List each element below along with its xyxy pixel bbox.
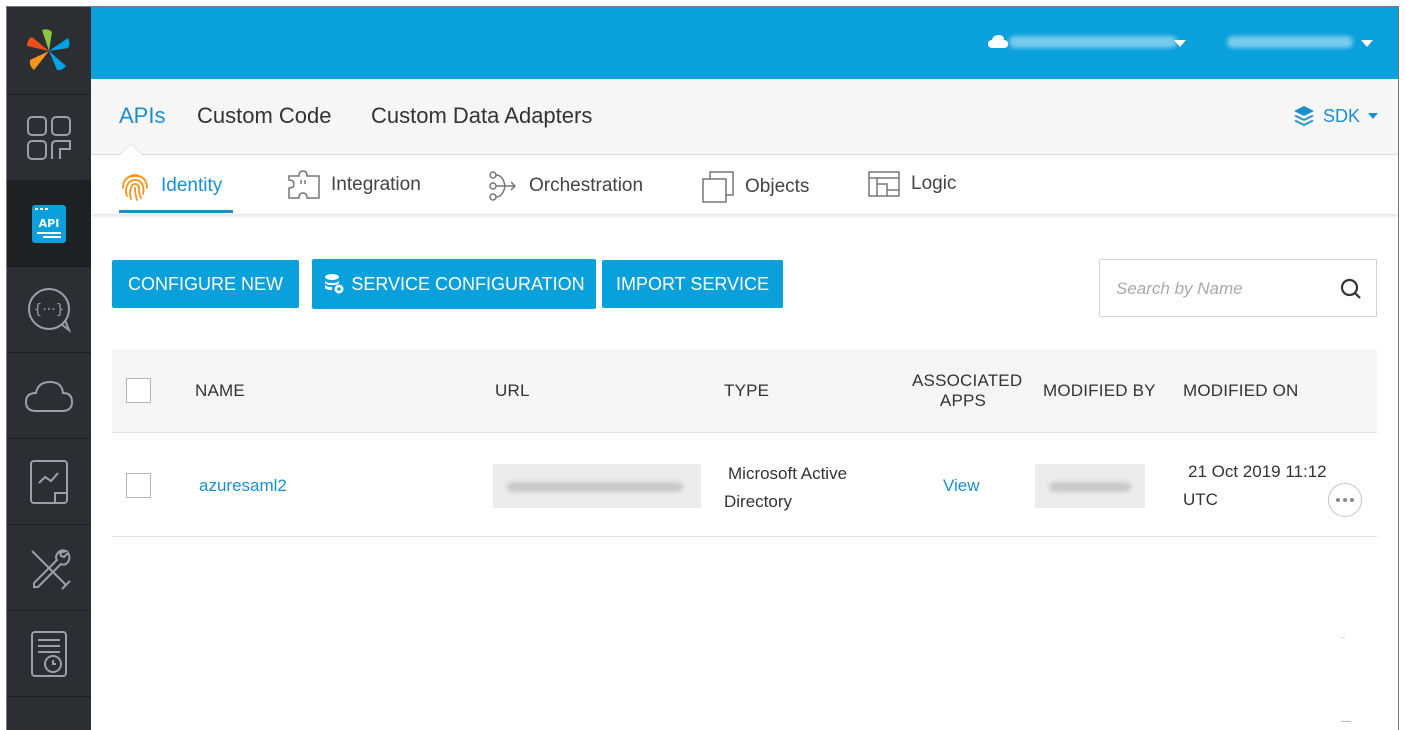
service-type-line1: Microsoft Active xyxy=(728,464,848,483)
column-name[interactable]: NAME xyxy=(195,381,245,401)
column-type[interactable]: TYPE xyxy=(724,381,769,401)
modified-on-line2: UTC xyxy=(1183,490,1218,509)
active-tab-underline xyxy=(119,210,233,213)
sdk-label: SDK xyxy=(1322,105,1360,126)
table-row: azuresaml2 Microsoft Active Directory Vi… xyxy=(112,434,1377,537)
left-nav: API {···} xyxy=(7,7,91,730)
tools-icon xyxy=(31,548,71,590)
fingerprint-icon xyxy=(122,174,148,201)
user-name[interactable]: ••••••••• xyxy=(1227,36,1353,48)
dot-icon xyxy=(1350,498,1354,502)
active-tab-pointer xyxy=(119,143,143,155)
select-all-checkbox[interactable] xyxy=(126,378,151,403)
service-configuration-button[interactable]: SERVICE CONFIGURATION xyxy=(312,259,596,309)
tab-integration-label: Integration xyxy=(331,174,421,195)
column-url[interactable]: URL xyxy=(495,381,530,401)
tab-objects-label: Objects xyxy=(745,176,810,197)
nav-tools[interactable] xyxy=(7,525,91,611)
service-configuration-label: SERVICE CONFIGURATION xyxy=(351,273,585,294)
tab-custom-code[interactable]: Custom Code xyxy=(197,103,332,129)
cloud-icon xyxy=(24,380,74,412)
account-dropdown-icon[interactable] xyxy=(1174,40,1186,47)
service-type-line2: Directory xyxy=(724,492,793,511)
url-redacted xyxy=(493,464,701,508)
nav-apis[interactable]: API xyxy=(7,181,91,267)
tab-objects[interactable]: Objects xyxy=(701,170,809,204)
objects-icon xyxy=(702,171,734,203)
modified-on: 21 Oct 2019 11:12 UTC xyxy=(1183,458,1327,514)
tab-identity[interactable]: Identity xyxy=(119,170,222,202)
decorative-tick xyxy=(1341,637,1345,638)
secondary-tabs: Identity Integration Orchestration Objec… xyxy=(91,156,1398,214)
tab-custom-data-adapters[interactable]: Custom Data Adapters xyxy=(371,103,592,129)
primary-tabs: APIs Custom Code Custom Data Adapters SD… xyxy=(91,79,1398,155)
column-associated-apps-line1: ASSOCIATED xyxy=(912,371,1023,390)
service-type: Microsoft Active Directory xyxy=(724,460,847,516)
svg-text:API: API xyxy=(39,217,60,230)
decorative-tick xyxy=(1341,721,1351,722)
dashboard-icon xyxy=(27,115,71,160)
nav-analytics[interactable] xyxy=(7,439,91,525)
app-window: API {···} APIs Custom Code Custom Data A… xyxy=(6,6,1399,730)
dot-icon xyxy=(1343,498,1347,502)
column-modified-by[interactable]: MODIFIED BY xyxy=(1043,381,1156,401)
import-service-button[interactable]: IMPORT SERVICE xyxy=(602,260,783,308)
sdk-caret-icon xyxy=(1368,113,1378,119)
associated-apps-view-link[interactable]: View xyxy=(943,476,980,496)
cloud-account-icon xyxy=(988,35,1008,48)
sdk-dropdown[interactable]: SDK xyxy=(1293,105,1378,127)
app-logo[interactable] xyxy=(7,7,91,95)
code-bubble-icon: {···} xyxy=(28,287,72,333)
analytics-icon xyxy=(30,459,68,504)
search-input[interactable] xyxy=(1116,276,1326,302)
report-clock-icon xyxy=(31,630,67,677)
tab-orchestration-label: Orchestration xyxy=(529,175,644,196)
column-modified-on[interactable]: MODIFIED ON xyxy=(1183,381,1299,401)
logo-icon xyxy=(27,28,70,70)
tab-identity-label: Identity xyxy=(161,175,223,196)
nav-custom-code[interactable]: {···} xyxy=(7,267,91,353)
nav-reports[interactable] xyxy=(7,611,91,697)
nav-cloud[interactable] xyxy=(7,353,91,439)
column-associated-apps-line2: APPS xyxy=(939,391,987,410)
modified-by-redacted xyxy=(1035,464,1145,508)
layers-icon xyxy=(1293,106,1314,126)
api-icon: API xyxy=(32,204,66,243)
nav-dashboard[interactable] xyxy=(7,95,91,181)
puzzle-icon xyxy=(288,170,320,199)
configure-new-button[interactable]: CONFIGURE NEW xyxy=(112,260,299,308)
search-icon[interactable] xyxy=(1340,278,1362,300)
service-name-link[interactable]: azuresaml2 xyxy=(199,476,287,496)
modified-on-line1: 21 Oct 2019 11:12 xyxy=(1188,462,1327,481)
orchestration-icon xyxy=(489,171,517,201)
tab-logic[interactable]: Logic xyxy=(867,170,956,198)
database-settings-icon xyxy=(325,274,344,294)
user-dropdown-icon[interactable] xyxy=(1361,40,1373,47)
tab-logic-label: Logic xyxy=(911,173,957,194)
account-name[interactable]: •••••••••••• xyxy=(1009,36,1177,48)
row-checkbox[interactable] xyxy=(126,473,151,498)
logic-icon xyxy=(868,171,900,197)
tab-orchestration[interactable]: Orchestration xyxy=(487,170,643,202)
dot-icon xyxy=(1336,498,1340,502)
row-actions-more-button[interactable] xyxy=(1328,483,1362,517)
table-header: NAME URL TYPE ASSOCIATED APPS MODIFIED B… xyxy=(112,349,1377,433)
svg-text:{···}: {···} xyxy=(33,302,64,318)
tab-integration[interactable]: Integration xyxy=(287,170,421,200)
tab-apis[interactable]: APIs xyxy=(119,103,165,129)
top-bar: •••••••••••• ••••••••• xyxy=(91,7,1398,79)
search-box xyxy=(1099,259,1377,317)
column-associated-apps[interactable]: ASSOCIATED APPS xyxy=(912,371,1023,411)
